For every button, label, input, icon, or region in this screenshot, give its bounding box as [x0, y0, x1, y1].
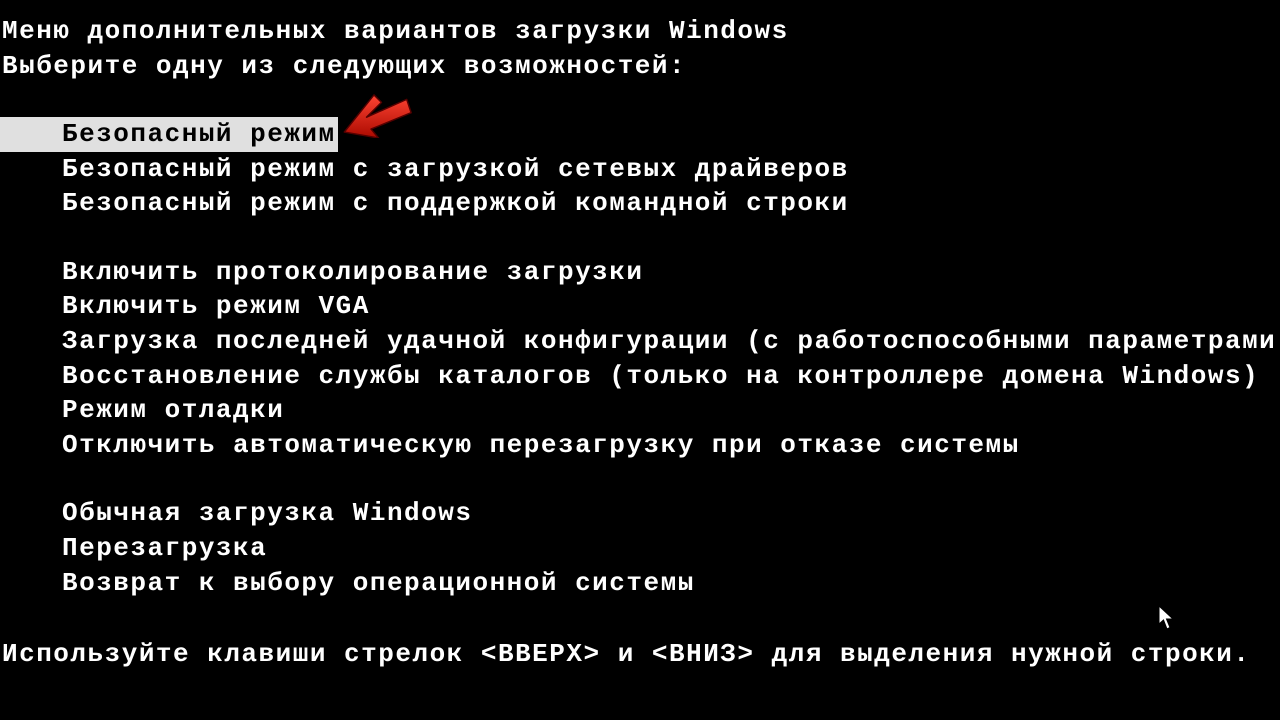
- option-last-known-good[interactable]: Загрузка последней удачной конфигурации …: [60, 324, 1280, 359]
- option-debug-mode[interactable]: Режим отладки: [60, 393, 286, 428]
- option-safe-mode-networking[interactable]: Безопасный режим с загрузкой сетевых дра…: [60, 152, 851, 187]
- option-return-os-choice[interactable]: Возврат к выбору операционной системы: [60, 566, 697, 601]
- option-reboot[interactable]: Перезагрузка: [60, 531, 269, 566]
- option-safe-mode[interactable]: Безопасный режим: [0, 117, 338, 152]
- option-disable-auto-restart[interactable]: Отключить автоматическую перезагрузку пр…: [60, 428, 1022, 463]
- menu-title: Меню дополнительных вариантов загрузки W…: [0, 14, 1280, 49]
- footer-hint: Используйте клавиши стрелок <ВВЕРХ> и <В…: [0, 637, 1251, 672]
- option-boot-logging[interactable]: Включить протоколирование загрузки: [60, 255, 646, 290]
- mouse-cursor-icon: [1158, 605, 1176, 631]
- menu-prompt: Выберите одну из следующих возможностей:: [0, 49, 1280, 84]
- option-safe-mode-command[interactable]: Безопасный режим с поддержкой командной …: [60, 186, 851, 221]
- option-vga-mode[interactable]: Включить режим VGA: [60, 289, 372, 324]
- boot-options-list: Безопасный режим Безопасный режим с загр…: [0, 117, 1280, 600]
- option-directory-restore[interactable]: Восстановление службы каталогов (только …: [60, 359, 1261, 394]
- option-normal-boot[interactable]: Обычная загрузка Windows: [60, 496, 474, 531]
